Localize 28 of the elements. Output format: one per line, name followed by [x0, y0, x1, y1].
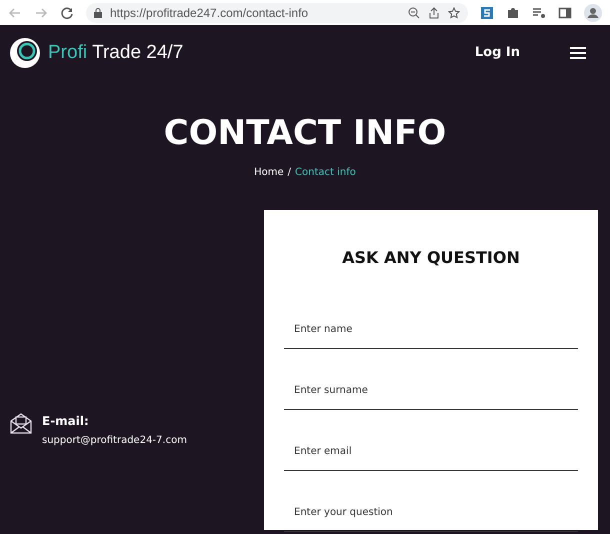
star-icon[interactable]: [448, 6, 460, 18]
envelope-icon: [10, 412, 32, 434]
logo-icon[interactable]: [10, 38, 40, 68]
zoom-out-icon[interactable]: [408, 6, 420, 18]
login-link[interactable]: Log In: [474, 43, 520, 63]
input-field[interactable]: Enter surname: [284, 379, 578, 410]
avatar-icon[interactable]: [584, 4, 602, 22]
breadcrumb-link[interactable]: Home: [254, 165, 284, 180]
brand-name: Trade 24/7: [92, 40, 184, 65]
brand-name: Profi: [48, 40, 88, 65]
url-text: https://profitrade247.com/contact-info: [110, 4, 310, 22]
address-bar[interactable]: https://profitrade247.com/contact-info: [86, 2, 468, 22]
breadcrumb-separator: /: [288, 166, 292, 180]
menu-icon[interactable]: [570, 47, 586, 59]
breadcrumb-link[interactable]: Contact info: [295, 165, 356, 180]
input-field[interactable]: Enter name: [284, 318, 578, 349]
form-title: ASK ANY QUESTION: [341, 247, 521, 269]
input-field[interactable]: Enter email: [284, 440, 578, 471]
page-title: CONTACT INFO: [164, 113, 446, 153]
email-label: E-mail:: [42, 413, 90, 430]
lock-icon: [94, 8, 102, 18]
input-field[interactable]: Enter your question: [284, 501, 578, 532]
share-icon[interactable]: [428, 6, 440, 18]
playlist-icon[interactable]: [532, 6, 546, 20]
extension-icon[interactable]: [480, 6, 494, 20]
email-address: support@profitrade24-7.com: [42, 434, 187, 448]
sidebar-icon[interactable]: [558, 6, 572, 20]
reload-icon[interactable]: [60, 6, 74, 20]
